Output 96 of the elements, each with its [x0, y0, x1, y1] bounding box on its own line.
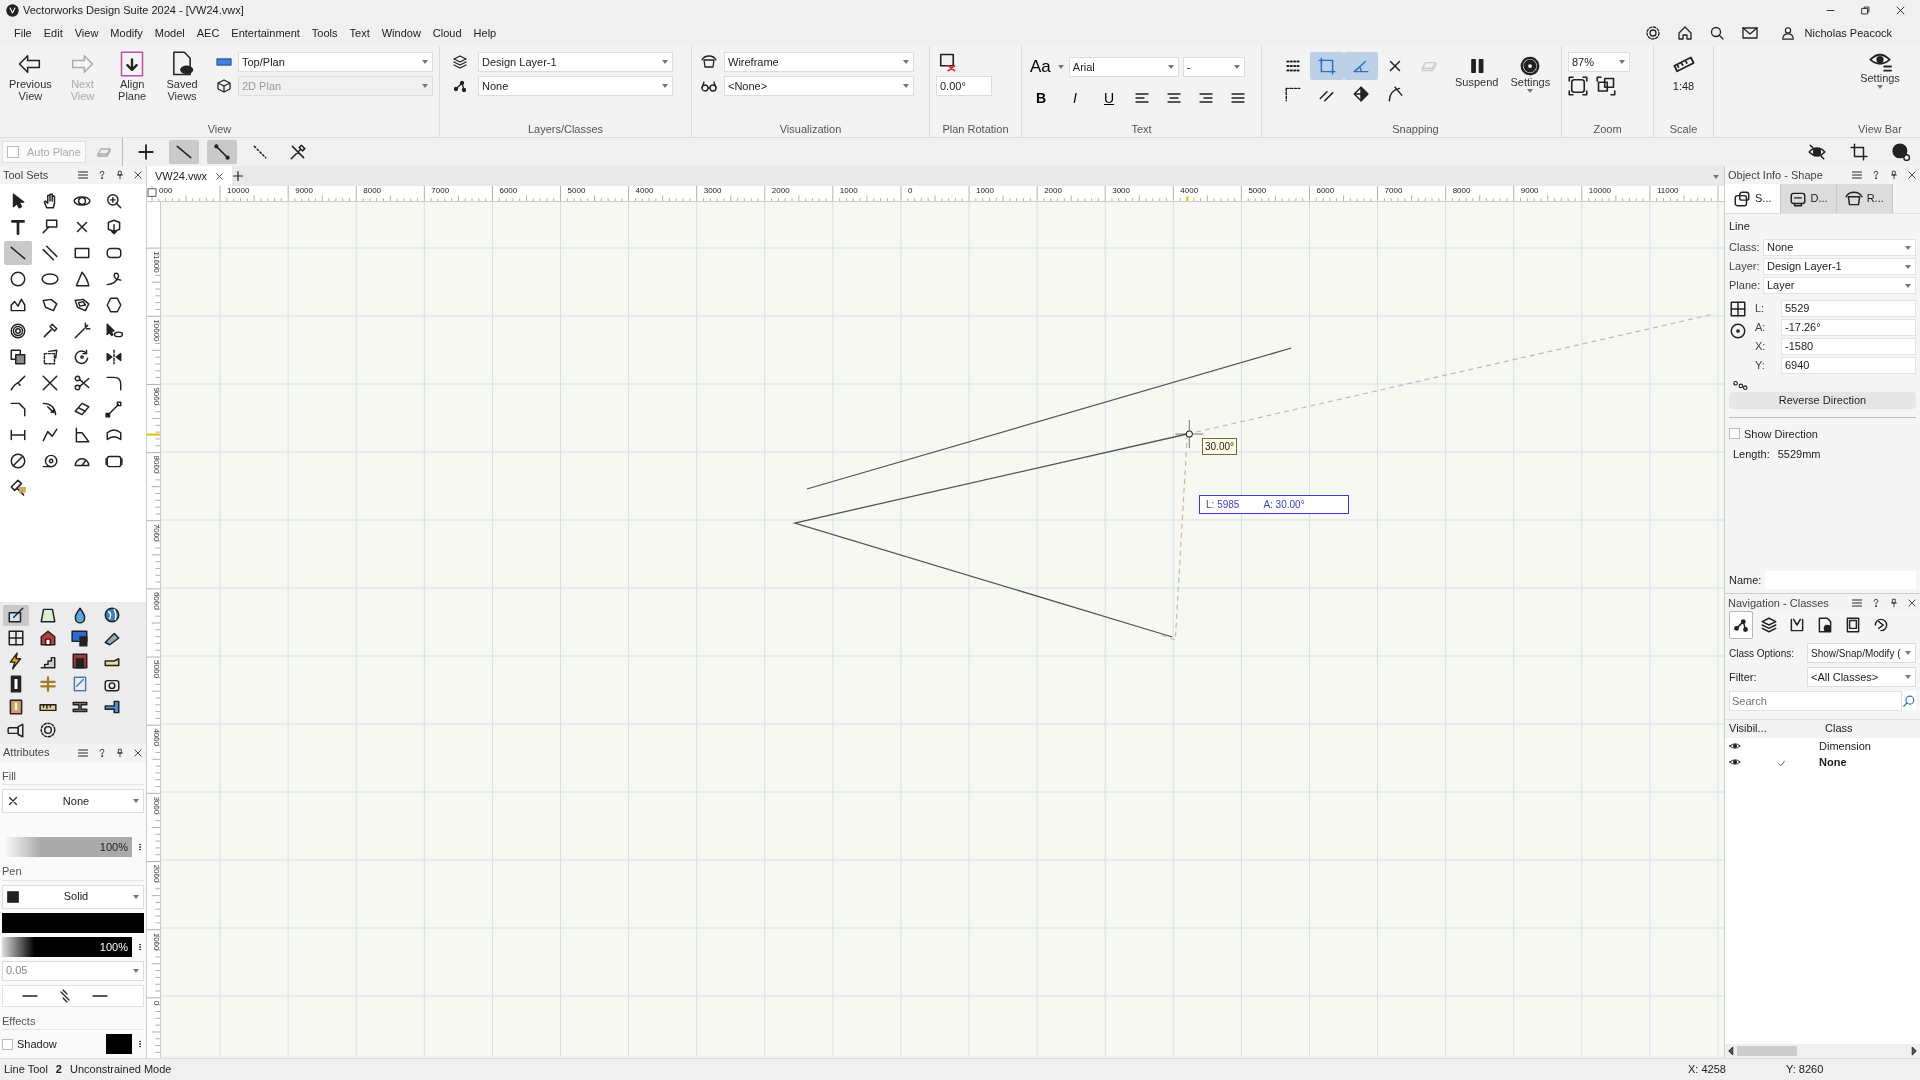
group-label: Plan Rotation	[941, 122, 1010, 137]
suspend-button[interactable]: Suspend	[1452, 48, 1502, 121]
field-label: Filter:	[1729, 670, 1758, 685]
group-label: View Bar	[1857, 122, 1903, 137]
font-dropdown[interactable]: Arial	[1068, 56, 1179, 77]
menu-item[interactable]: Modify	[104, 24, 149, 42]
window-title: Vectorworks Design Suite 2024 - [VW24.vwx]	[23, 2, 244, 18]
panel-tab[interactable]: R...	[1836, 184, 1893, 213]
group-label: Snapping	[1391, 122, 1440, 137]
class-name[interactable]: Dimension	[1803, 738, 1871, 755]
text-style-button[interactable]: Aa	[1028, 52, 1053, 82]
format-button[interactable]: I	[1066, 85, 1084, 111]
menu-item[interactable]: Entertainment	[225, 24, 306, 42]
column-header[interactable]: Class	[1777, 720, 1920, 739]
plan-rotation-field[interactable]: 0.00°	[936, 76, 992, 96]
column-header[interactable]: Visibil...	[1725, 720, 1777, 739]
field-label: Class:	[1729, 240, 1761, 256]
field-dropdown[interactable]: Design Layer-1	[1763, 258, 1916, 275]
layer-dropdown[interactable]: Design Layer-1	[478, 52, 673, 72]
menu-item[interactable]: Edit	[37, 24, 69, 42]
section-label: Fill	[2, 767, 144, 785]
field-label: A:	[1755, 320, 1767, 336]
menu-item[interactable]: Help	[467, 24, 503, 42]
field-label: X:	[1755, 339, 1767, 355]
view-button[interactable]: Previous View	[6, 48, 55, 121]
fill-opacity-bar[interactable]: 100%	[2, 837, 132, 857]
view-dropdown[interactable]: Top/Plan	[238, 52, 433, 72]
panel-title: Attributes	[3, 745, 50, 761]
field-label: Name:	[1729, 573, 1762, 588]
field-label: Class Options:	[1729, 646, 1796, 661]
font-size-dropdown[interactable]: -	[1182, 56, 1245, 77]
panel-title: Navigation - Classes	[1728, 595, 1829, 611]
panel-tab[interactable]: S...	[1725, 184, 1781, 213]
panel-tab[interactable]: D...	[1780, 184, 1837, 213]
menu-item[interactable]: Cloud	[426, 24, 468, 42]
section-label: Effects	[2, 1012, 144, 1030]
view-button[interactable]: Align Plane	[110, 48, 155, 121]
data-bar[interactable]: L: 5985 A: 30.00°	[1199, 495, 1349, 514]
menu-item[interactable]: View	[68, 24, 105, 42]
user-name[interactable]: Nicholas Peacock	[1798, 24, 1898, 42]
menu-item[interactable]: Window	[375, 24, 427, 42]
search-field[interactable]: Search	[1729, 691, 1902, 712]
class-name[interactable]: None	[1803, 754, 1847, 771]
group-label: Zoom	[1592, 122, 1623, 137]
group-label: Text	[1130, 122, 1153, 137]
snap-settings-button[interactable]: Settings	[1507, 48, 1554, 121]
show-direction-checkbox[interactable]: Show Direction	[1729, 425, 1916, 442]
menu-item[interactable]: Text	[343, 24, 376, 42]
section-label: Pen	[2, 863, 144, 881]
panel-title: Tool Sets	[3, 167, 49, 183]
input-field[interactable]: -1580	[1781, 338, 1916, 355]
line-weight-dropdown[interactable]: 0.05	[2, 960, 144, 981]
input-field[interactable]: 6940	[1781, 357, 1916, 374]
scale-value[interactable]: 1:48	[1672, 78, 1695, 95]
class-dropdown[interactable]: None	[478, 76, 673, 96]
pen-style-dropdown[interactable]: Solid	[2, 884, 144, 909]
fill-style-dropdown[interactable]: None	[2, 789, 144, 813]
view-button[interactable]: Saved Views	[160, 48, 204, 121]
group-label: Visualization	[778, 122, 843, 137]
document-tab[interactable]: VW24.vwx	[147, 166, 232, 186]
field-label: Length:	[1733, 447, 1770, 462]
panel-title: Object Info - Shape	[1728, 167, 1823, 183]
length-value: 5529mm	[1777, 447, 1821, 462]
view-bar-settings-button[interactable]: Settings	[1857, 48, 1903, 92]
field-label: Plane:	[1729, 278, 1762, 294]
render-mode-dropdown[interactable]: Wireframe	[724, 52, 914, 72]
light-dropdown[interactable]: <None>	[724, 76, 914, 96]
status-mode: Unconstrained Mode	[69, 1062, 172, 1078]
format-button[interactable]: U	[1100, 85, 1118, 111]
status-y: Y: 8260	[1786, 1062, 1825, 1078]
group-label: Layers/Classes	[526, 122, 605, 137]
pen-opacity-bar[interactable]: 100%	[2, 936, 132, 957]
status-tool: Line Tool	[4, 1062, 48, 1078]
group-label: View	[206, 122, 233, 137]
filter-dropdown[interactable]: <All Classes>	[1807, 667, 1916, 688]
field-dropdown[interactable]: None	[1763, 239, 1916, 256]
status-x: X: 4258	[1688, 1062, 1727, 1078]
group-label: Scale	[1668, 122, 1699, 137]
menu-item[interactable]: File	[8, 24, 38, 42]
input-field[interactable]: 5529	[1781, 300, 1916, 317]
status-step: 2	[55, 1061, 62, 1078]
menu-item[interactable]: AEC	[190, 24, 226, 42]
format-button[interactable]: B	[1032, 85, 1050, 111]
object-type-label: Line	[1729, 219, 1751, 234]
angle-tag: 30.00°	[1202, 438, 1238, 455]
zoom-field[interactable]: 87%	[1568, 52, 1630, 72]
input-field[interactable]: -17.26°	[1781, 319, 1916, 336]
field-label: L:	[1755, 301, 1766, 317]
menu-item[interactable]: Tools	[305, 24, 344, 42]
shadow-checkbox[interactable]: Shadow	[2, 1035, 57, 1053]
reverse-direction-button[interactable]: Reverse Direction	[1729, 392, 1916, 409]
menu-item[interactable]: Model	[148, 24, 191, 42]
field-label: Y:	[1755, 358, 1766, 374]
field-dropdown[interactable]: Layer	[1763, 277, 1916, 294]
class-options-dropdown[interactable]: Show/Snap/Modify (	[1807, 643, 1916, 664]
field-label: Layer:	[1729, 259, 1761, 275]
